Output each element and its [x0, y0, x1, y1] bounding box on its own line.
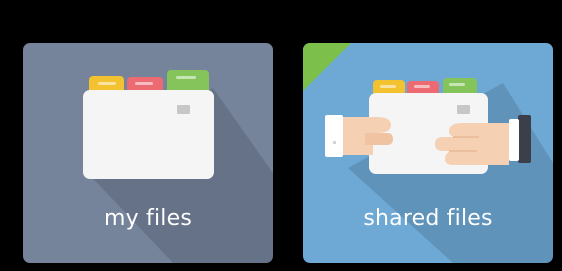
my-files-tile[interactable]: my files [23, 43, 273, 263]
my-files-label: my files [103, 206, 192, 231]
folder-icon [83, 70, 214, 179]
corner-accent [303, 43, 351, 91]
tiles-container: my files shared files [0, 0, 562, 271]
shared-files-label: shared files [363, 206, 493, 231]
shared-files-tile[interactable]: shared files [303, 43, 553, 263]
